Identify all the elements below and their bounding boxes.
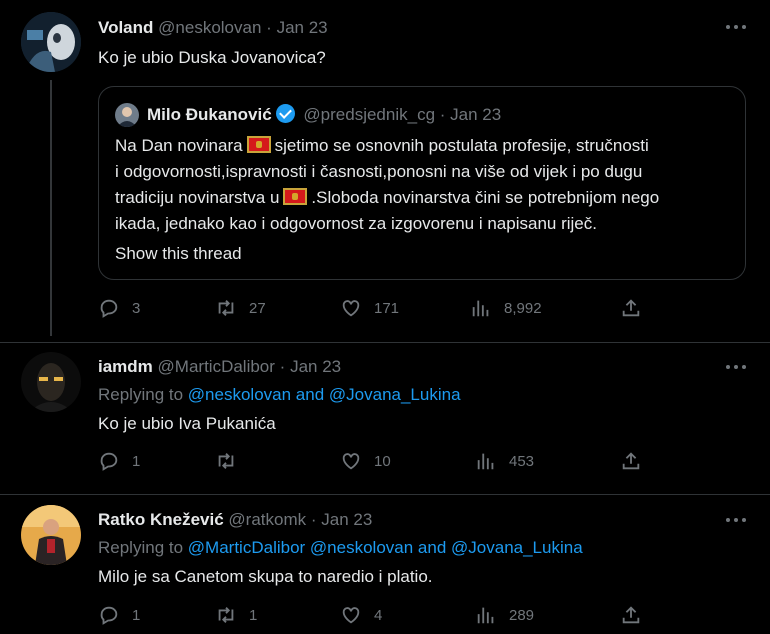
separator-dot: · — [439, 105, 446, 124]
tweet-text: Ko je ubio Duska Jovanovica? — [98, 48, 326, 67]
tweet-actions: 1 1 4 289 — [0, 604, 770, 634]
author-name[interactable]: iamdm — [98, 357, 153, 376]
avatar-image — [21, 505, 81, 565]
retweet-icon — [218, 300, 234, 316]
reply-count: 1 — [132, 452, 141, 470]
author-handle[interactable]: @MarticDalibor — [158, 357, 275, 376]
share-icon — [622, 299, 640, 317]
views-icon — [477, 607, 494, 624]
avatar-iamdm[interactable] — [21, 352, 81, 412]
more-icon[interactable] — [726, 365, 748, 371]
share-button[interactable] — [620, 604, 654, 626]
mention-link[interactable]: @Jovana_Lukina — [329, 385, 461, 404]
quote-text-part: Na Dan novinara — [115, 136, 243, 155]
retweet-count: 27 — [249, 299, 266, 317]
quote-text-part: .Sloboda novinarstva čini se potrebnijom… — [311, 188, 660, 207]
retweet-icon — [218, 607, 234, 623]
author-handle[interactable]: @ratkomk — [228, 510, 306, 529]
reply-count: 3 — [132, 299, 141, 317]
mention-link[interactable]: @neskolovan — [188, 385, 291, 404]
share-icon — [622, 606, 640, 624]
mention-and: and — [295, 385, 325, 404]
tweet-date[interactable]: Jan 23 — [277, 18, 328, 37]
retweet-button[interactable]: 27 — [215, 297, 266, 319]
retweet-count: 1 — [249, 606, 258, 624]
more-icon[interactable] — [726, 518, 748, 524]
mention-link[interactable]: @Jovana_Lukina — [451, 538, 583, 557]
views-icon — [477, 453, 494, 470]
divider — [0, 494, 770, 495]
like-count: 10 — [374, 452, 391, 470]
views-button[interactable]: 453 — [475, 450, 534, 472]
like-count: 171 — [374, 299, 400, 317]
avatar-ratko[interactable] — [21, 505, 81, 565]
reply-button[interactable]: 3 — [98, 297, 140, 319]
retweet-button[interactable] — [215, 450, 249, 472]
quote-author-handle[interactable]: @predsjednik_cg — [303, 105, 435, 124]
quote-text-line: i odgovornosti,ispravnosti i časnosti,po… — [115, 162, 643, 181]
mention-link[interactable]: @MarticDalibor — [188, 538, 305, 557]
like-button[interactable]: 4 — [340, 604, 382, 626]
replying-to-label: Replying to — [98, 538, 184, 557]
tweet-date[interactable]: Jan 23 — [321, 510, 372, 529]
show-thread-link[interactable]: Show this thread — [115, 244, 242, 264]
verified-badge-icon — [275, 104, 295, 123]
views-icon — [472, 300, 489, 317]
quote-text-part: sjetimo se osnovnih postulata profesije,… — [274, 136, 649, 155]
reply-icon — [100, 606, 118, 625]
separator-dot: · — [279, 357, 286, 376]
separator-dot: · — [310, 510, 317, 529]
montenegro-flag-icon — [246, 136, 271, 153]
retweet-button[interactable]: 1 — [215, 604, 257, 626]
retweet-icon — [218, 453, 234, 469]
reply-count: 1 — [132, 606, 141, 624]
author-name[interactable]: Ratko Knežević — [98, 510, 224, 529]
author-handle[interactable]: @neskolovan — [158, 18, 261, 37]
tweet-date[interactable]: Jan 23 — [290, 357, 341, 376]
quote-date[interactable]: Jan 23 — [450, 105, 501, 124]
montenegro-flag-icon — [283, 188, 308, 205]
replying-to-label: Replying to — [98, 385, 184, 404]
quoted-tweet[interactable]: Milo Đukanović @predsjednik_cg · Jan 23 … — [98, 86, 746, 280]
tweet-text: Ko je ubio Iva Pukanića — [98, 414, 276, 433]
views-count: 453 — [509, 452, 535, 470]
views-button[interactable]: 289 — [475, 604, 534, 626]
tweet-actions: 1 10 453 — [0, 450, 770, 480]
like-count: 4 — [374, 606, 383, 624]
reply-button[interactable]: 1 — [98, 604, 140, 626]
avatar-image — [21, 352, 81, 412]
share-icon — [622, 452, 640, 470]
like-icon — [342, 300, 360, 317]
views-count: 8,992 — [504, 299, 542, 317]
views-button[interactable]: 8,992 — [470, 297, 542, 319]
tweet-text: Milo je sa Canetom skupa to naredio i pl… — [98, 567, 433, 586]
avatar-image — [115, 103, 139, 127]
author-name[interactable]: Voland — [98, 18, 153, 37]
more-icon[interactable] — [726, 25, 748, 31]
share-button[interactable] — [620, 450, 654, 472]
reply-icon — [100, 299, 118, 318]
reply-icon — [100, 452, 118, 471]
quote-author-name[interactable]: Milo Đukanović — [147, 105, 272, 124]
quote-text-line: ikada, jednako kao i odgovornost za izgo… — [115, 214, 597, 233]
avatar-voland[interactable] — [21, 12, 81, 72]
divider — [0, 342, 770, 343]
mention-link[interactable]: @neskolovan — [310, 538, 413, 557]
like-icon — [342, 453, 360, 470]
like-icon — [342, 607, 360, 624]
views-count: 289 — [509, 606, 535, 624]
tweet-actions: 3 27 171 8,992 — [0, 297, 770, 327]
mention-and: and — [417, 538, 447, 557]
reply-button[interactable]: 1 — [98, 450, 140, 472]
like-button[interactable]: 171 — [340, 297, 399, 319]
like-button[interactable]: 10 — [340, 450, 391, 472]
quote-text-part: tradiciju novinarstva u — [115, 188, 280, 207]
separator-dot: · — [266, 18, 272, 37]
avatar-milo[interactable] — [115, 103, 139, 127]
share-button[interactable] — [620, 297, 654, 319]
avatar-image — [21, 12, 81, 72]
